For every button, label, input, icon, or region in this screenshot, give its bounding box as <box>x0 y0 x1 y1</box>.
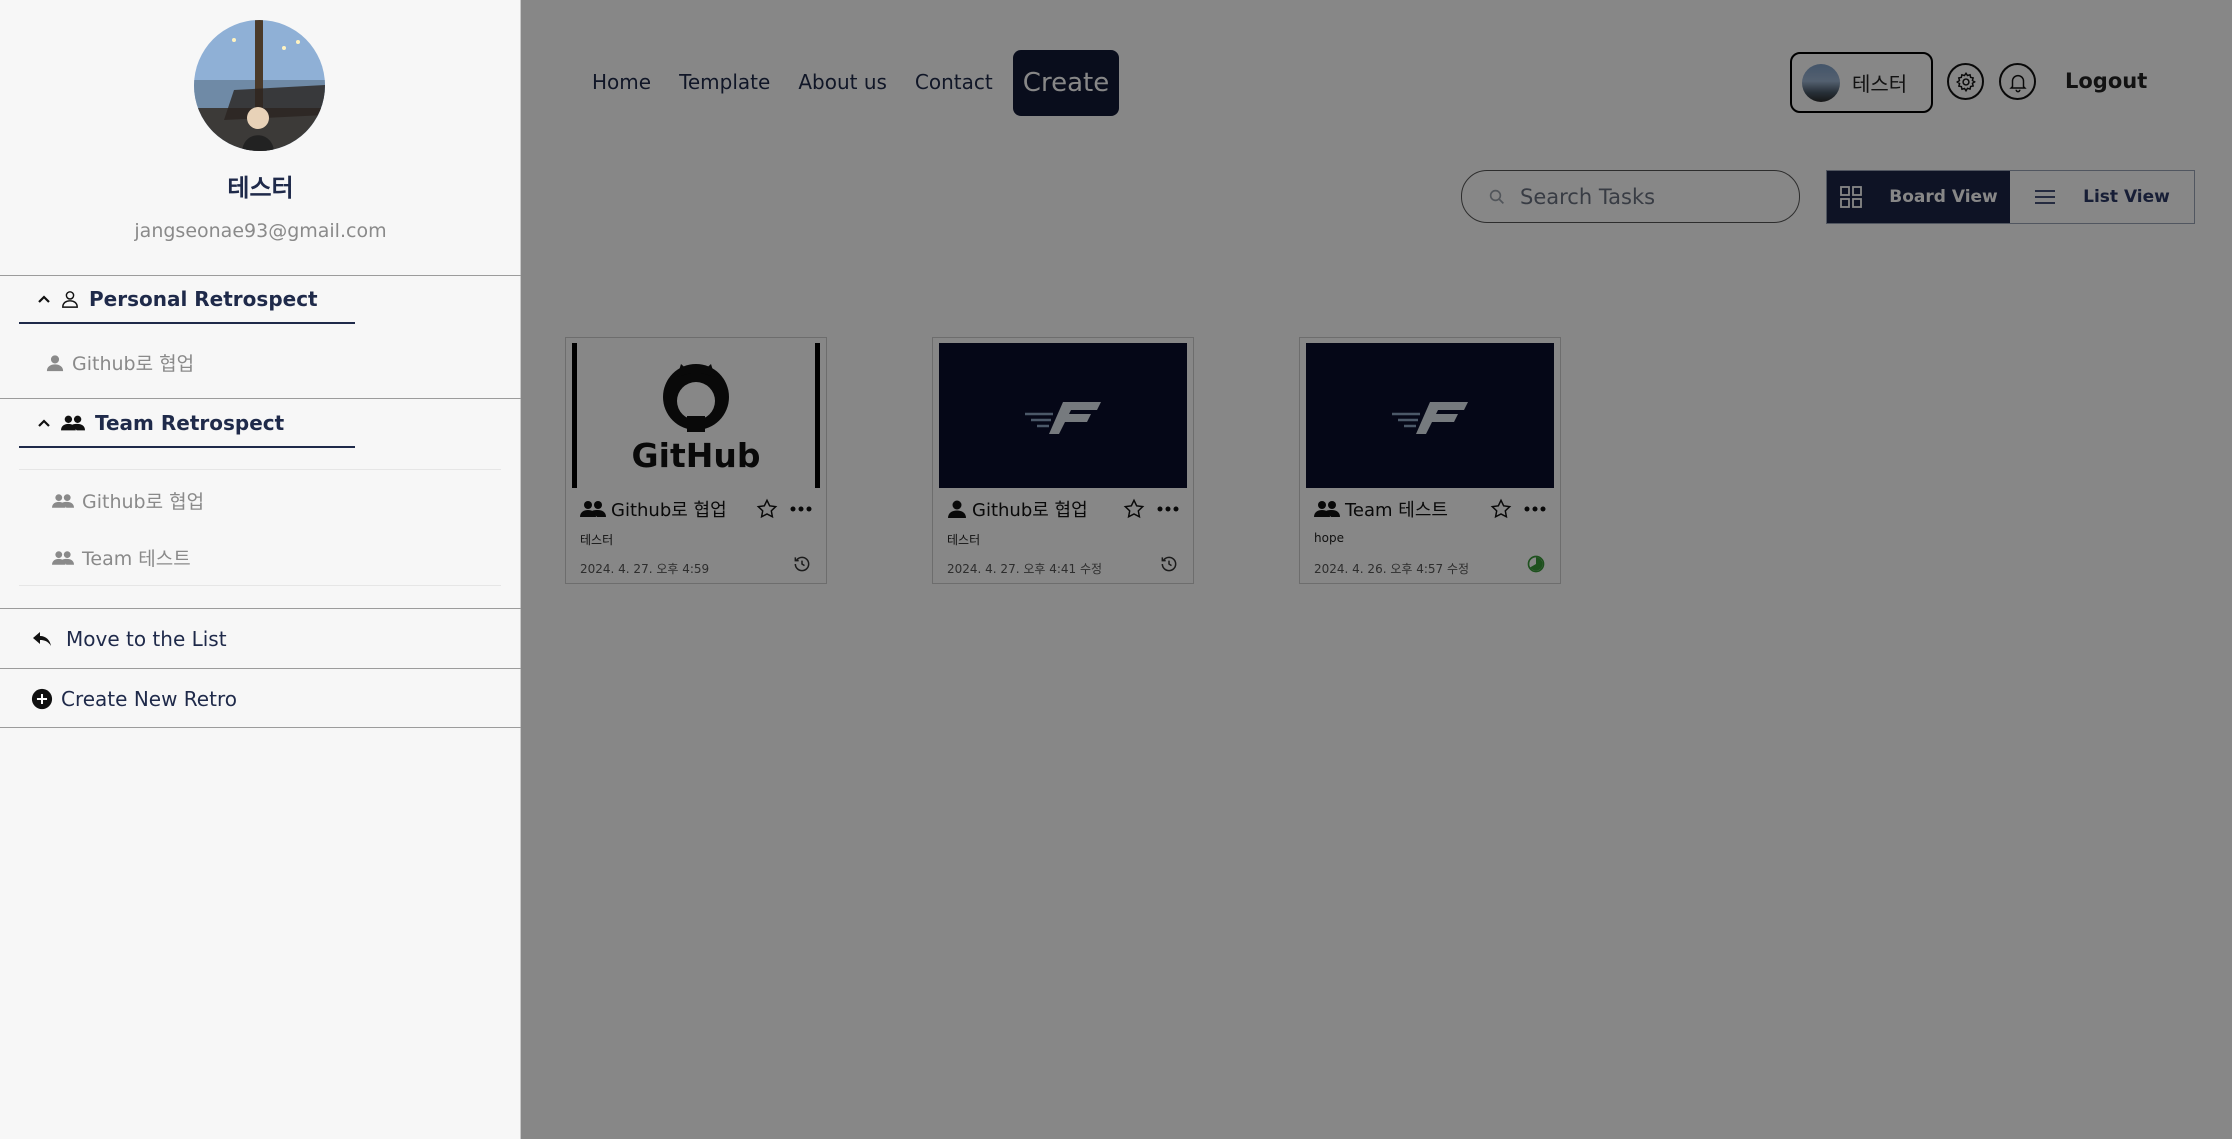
team-icon <box>61 415 85 431</box>
plus-circle-icon <box>31 688 53 709</box>
chevron-up-icon <box>38 295 50 303</box>
team-icon <box>52 493 74 508</box>
person-outline-icon <box>62 291 78 308</box>
sidebar-item-label: Github로 협업 <box>82 491 205 513</box>
move-to-list-button[interactable]: Move to the List <box>0 609 521 668</box>
sidebar: 테스터 jangseonae93@gmail.com Personal Retr… <box>0 0 521 1139</box>
reply-arrow-icon <box>33 631 51 646</box>
sidebar-item-label: Team 테스트 <box>82 548 191 570</box>
create-new-retro-label: Create New Retro <box>61 686 237 711</box>
profile-email: jangseonae93@gmail.com <box>134 220 387 242</box>
personal-retrospect-header[interactable]: Personal Retrospect <box>19 276 355 324</box>
sidebar-item-label: Github로 협업 <box>72 353 195 375</box>
sidebar-item-personal[interactable]: Github로 협업 <box>46 349 194 376</box>
divider <box>0 727 521 728</box>
team-icon <box>52 550 74 565</box>
move-to-list-label: Move to the List <box>66 626 227 651</box>
divider <box>0 398 521 399</box>
team-retrospect-header[interactable]: Team Retrospect <box>19 400 355 448</box>
divider <box>19 469 501 470</box>
personal-retrospect-title: Personal Retrospect <box>89 287 318 311</box>
chevron-up-icon <box>38 419 50 427</box>
sidebar-item-team[interactable]: Team 테스트 <box>52 544 191 571</box>
person-icon <box>46 354 64 371</box>
create-new-retro-button[interactable]: Create New Retro <box>0 669 521 728</box>
profile-name: 테스터 <box>227 174 294 202</box>
sidebar-item-team[interactable]: Github로 협업 <box>52 487 204 514</box>
profile-avatar <box>194 20 325 151</box>
divider <box>19 585 501 586</box>
team-retrospect-title: Team Retrospect <box>95 411 285 435</box>
